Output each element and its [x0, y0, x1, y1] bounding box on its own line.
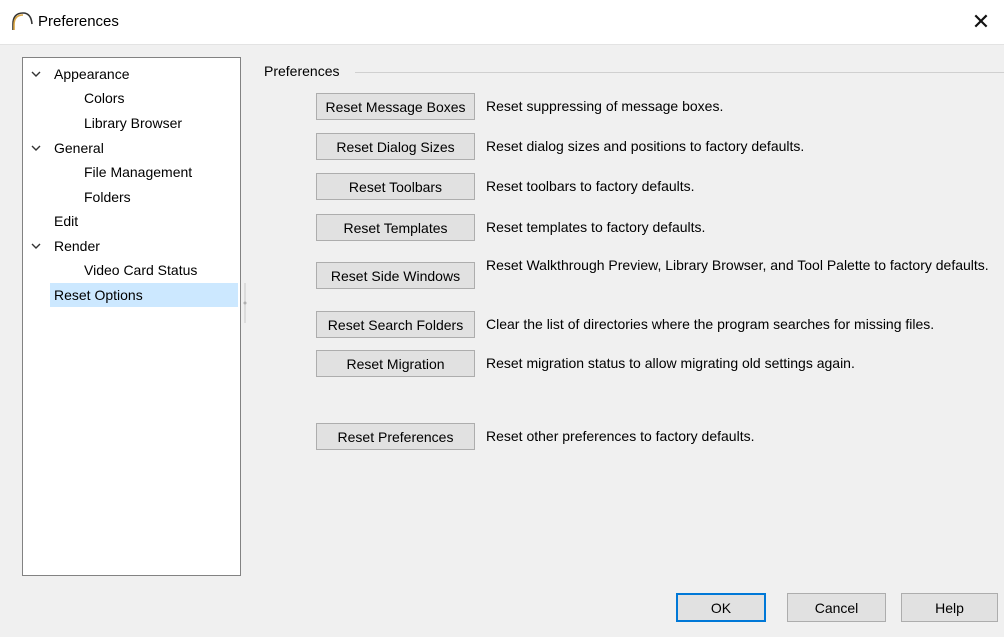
splitter-handle[interactable]: [243, 283, 247, 323]
reset-side-windows-description: Reset Walkthrough Preview, Library Brows…: [486, 257, 989, 273]
tree-item-library-browser[interactable]: Library Browser: [84, 111, 182, 135]
chevron-down-icon[interactable]: [30, 240, 42, 252]
group-divider: [355, 72, 1004, 73]
reset-templates-description: Reset templates to factory defaults.: [486, 219, 706, 235]
tree-item-reset-options[interactable]: Reset Options: [50, 283, 238, 307]
tree-item-video-card-status[interactable]: Video Card Status: [84, 258, 197, 282]
tree-item-edit[interactable]: Edit: [54, 209, 78, 233]
ok-button[interactable]: OK: [676, 593, 766, 622]
cancel-button[interactable]: Cancel: [787, 593, 886, 622]
chevron-down-icon[interactable]: [30, 142, 42, 154]
tree-item-render[interactable]: Render: [54, 234, 100, 258]
tree-item-colors[interactable]: Colors: [84, 86, 124, 110]
title-bar: Preferences ✕: [0, 0, 1004, 45]
reset-templates-button[interactable]: Reset Templates: [316, 214, 475, 241]
reset-message-boxes-description: Reset suppressing of message boxes.: [486, 98, 724, 114]
help-button[interactable]: Help: [901, 593, 998, 622]
reset-preferences-description: Reset other preferences to factory defau…: [486, 428, 755, 444]
reset-migration-description: Reset migration status to allow migratin…: [486, 355, 855, 371]
chevron-down-icon[interactable]: [30, 68, 42, 80]
tree-item-folders[interactable]: Folders: [84, 185, 131, 209]
reset-search-folders-button[interactable]: Reset Search Folders: [316, 311, 475, 338]
reset-message-boxes-button[interactable]: Reset Message Boxes: [316, 93, 475, 120]
window-title: Preferences: [38, 13, 119, 30]
group-label: Preferences: [264, 63, 340, 79]
reset-dialog-sizes-button[interactable]: Reset Dialog Sizes: [316, 133, 475, 160]
reset-toolbars-description: Reset toolbars to factory defaults.: [486, 178, 695, 194]
reset-dialog-sizes-description: Reset dialog sizes and positions to fact…: [486, 138, 805, 154]
category-tree: Appearance Colors Library Browser Genera…: [22, 57, 241, 576]
tree-item-appearance[interactable]: Appearance: [54, 62, 130, 86]
tree-item-general[interactable]: General: [54, 136, 104, 160]
app-logo-icon: [12, 12, 33, 30]
reset-preferences-button[interactable]: Reset Preferences: [316, 423, 475, 450]
reset-side-windows-button[interactable]: Reset Side Windows: [316, 262, 475, 289]
close-icon[interactable]: ✕: [958, 0, 1004, 44]
reset-search-folders-description: Clear the list of directories where the …: [486, 316, 935, 332]
reset-migration-button[interactable]: Reset Migration: [316, 350, 475, 377]
tree-item-file-management[interactable]: File Management: [84, 160, 192, 184]
reset-toolbars-button[interactable]: Reset Toolbars: [316, 173, 475, 200]
